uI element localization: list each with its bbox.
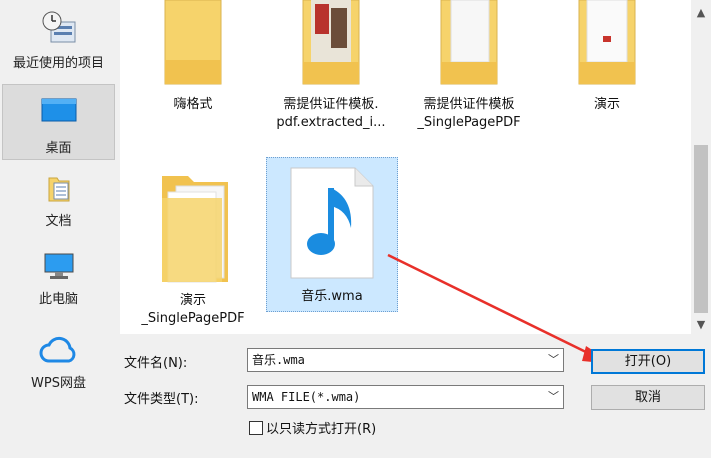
folder-icon <box>302 0 360 85</box>
recent-places-icon <box>42 11 75 43</box>
vertical-scrollbar[interactable]: ▲ ▼ <box>691 0 711 334</box>
sidebar-item-label: 最近使用的项目 <box>12 56 104 71</box>
scrollbar-thumb[interactable] <box>694 145 708 313</box>
navigation-sidebar: 最近使用的项目 桌面 文档 此电脑 WPS网盘 <box>0 0 117 458</box>
cancel-button[interactable]: 取消 <box>591 385 705 410</box>
sidebar-item-label: 桌面 <box>45 141 72 156</box>
folder-icon <box>164 0 222 85</box>
readonly-checkbox[interactable]: 以只读方式打开(R) <box>249 418 376 437</box>
filetype-select[interactable]: WMA FILE(*.wma) ﹀ <box>247 385 564 409</box>
file-item-folder[interactable]: 需提供证件模板. pdf.extracted_i... <box>266 0 396 140</box>
sidebar-item-label: WPS网盘 <box>31 376 86 391</box>
sidebar-item-this-pc[interactable]: 此电脑 <box>2 250 115 312</box>
filename-label: 文件名(N): <box>124 356 188 371</box>
filetype-label: 文件类型(T): <box>124 392 199 407</box>
sidebar-item-label: 文档 <box>45 214 72 229</box>
filename-value[interactable]: 音乐.wma <box>252 353 305 367</box>
filetype-value: WMA FILE(*.wma) <box>252 390 361 404</box>
chevron-down-icon[interactable]: ﹀ <box>548 349 559 371</box>
computer-icon <box>44 253 73 279</box>
file-item-folder[interactable]: 需提供证件模板 _SinglePagePDF <box>404 0 534 140</box>
music-file-icon <box>290 167 374 279</box>
cloud-icon <box>39 336 75 363</box>
checkbox-box[interactable] <box>249 421 263 435</box>
folder-icon <box>578 0 636 85</box>
documents-icon <box>48 177 69 202</box>
folder-icon <box>162 176 228 283</box>
scroll-up-icon[interactable]: ▲ <box>691 6 711 19</box>
desktop-icon <box>41 98 76 122</box>
sidebar-item-documents[interactable]: 文档 <box>2 172 115 234</box>
sidebar-item-recent[interactable]: 最近使用的项目 <box>2 6 115 72</box>
file-item-music[interactable]: 音乐.wma <box>266 157 398 312</box>
sidebar-item-wps-cloud[interactable]: WPS网盘 <box>2 334 115 396</box>
readonly-label: 以只读方式打开(R) <box>266 422 377 437</box>
scroll-down-icon[interactable]: ▼ <box>691 318 711 331</box>
file-list-pane[interactable]: 嗨格式 需提供证件模板. pdf.extracted_i... 需提供证件模板 … <box>120 0 691 334</box>
sidebar-item-label: 此电脑 <box>38 292 78 307</box>
file-item-folder[interactable]: 演示 <box>542 0 672 140</box>
folder-icon <box>440 0 498 85</box>
open-button[interactable]: 打开(O) <box>591 349 705 374</box>
chevron-down-icon[interactable]: ﹀ <box>548 386 559 408</box>
sidebar-item-desktop[interactable]: 桌面 <box>2 84 115 160</box>
file-item-folder[interactable]: 嗨格式 <box>128 0 258 140</box>
filename-combobox[interactable]: 音乐.wma ﹀ <box>247 348 564 372</box>
file-item-folder[interactable]: 演示 _SinglePagePDF <box>128 168 258 334</box>
